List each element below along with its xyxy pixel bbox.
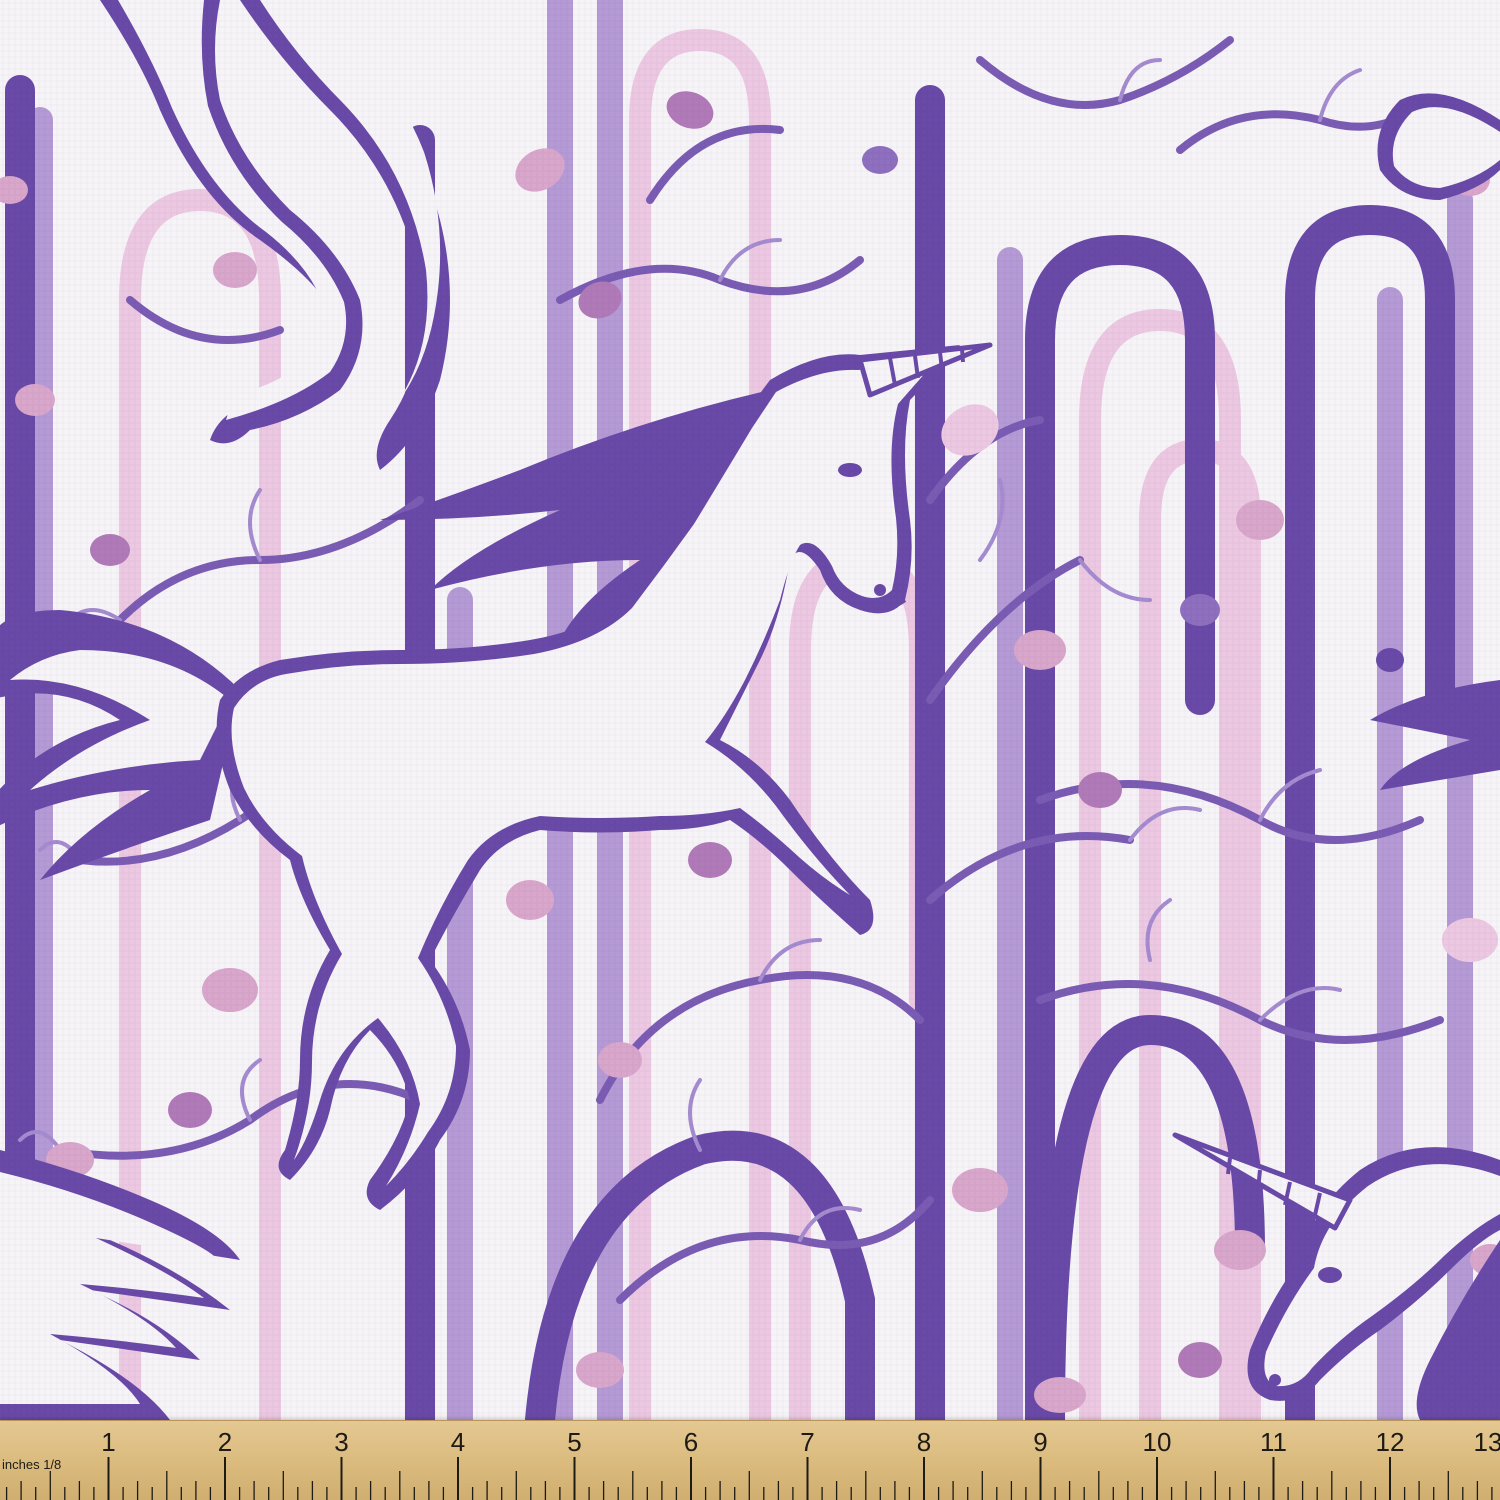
ruler-number: 12 (1375, 1427, 1405, 1457)
ruler-number: 4 (450, 1427, 466, 1457)
ruler-number: 11 (1260, 1427, 1287, 1457)
unicorn-forest-pattern (0, 0, 1500, 1420)
weave-texture (0, 0, 1500, 1420)
ruler-number: 7 (800, 1427, 815, 1457)
ruler-number: 6 (683, 1427, 699, 1457)
ruler-number: 10 (1142, 1427, 1172, 1457)
fabric-swatch: inches 1/8 1 2 3 4 5 6 7 8 9 10 11 12 13 (0, 0, 1500, 1500)
ruler-number: 5 (567, 1427, 582, 1457)
ruler-number: 9 (1033, 1427, 1048, 1457)
measuring-ruler: inches 1/8 1 2 3 4 5 6 7 8 9 10 11 12 13 (0, 1420, 1500, 1500)
ruler-number: 1 (101, 1427, 116, 1457)
ruler-number: 2 (217, 1427, 233, 1457)
ruler-unit-label: inches 1/8 (2, 1457, 62, 1472)
ruler-number: 8 (916, 1427, 932, 1457)
ruler-number: 3 (334, 1427, 349, 1457)
ruler-number: 13 (1473, 1427, 1500, 1457)
